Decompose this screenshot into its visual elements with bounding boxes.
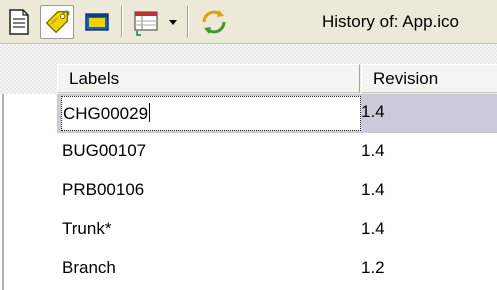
revision-cell: 1.4 bbox=[361, 141, 385, 160]
labels-button[interactable] bbox=[40, 5, 74, 39]
toolbar-separator bbox=[187, 6, 189, 38]
toolbar: History of: App.ico bbox=[0, 0, 497, 44]
refresh-icon bbox=[202, 10, 226, 34]
columns-button[interactable] bbox=[129, 5, 163, 39]
column-header-labels[interactable]: Labels bbox=[57, 64, 360, 93]
label-edit-text: CHG00029 bbox=[63, 104, 149, 123]
label-cell: BUG00107 bbox=[62, 141, 147, 160]
columns-dropdown[interactable] bbox=[164, 5, 182, 39]
label-cell: Trunk* bbox=[62, 219, 112, 238]
label-tag-icon bbox=[45, 10, 70, 34]
dropdown-arrow-icon bbox=[169, 20, 177, 25]
label-cell: Branch bbox=[62, 258, 116, 277]
revision-cell: 1.4 bbox=[361, 219, 385, 238]
label-edit-field[interactable]: CHG00029 bbox=[61, 96, 361, 131]
revision-cell: 1.4 bbox=[361, 180, 385, 199]
tree-line bbox=[2, 94, 4, 290]
revision-cell: 1.4 bbox=[361, 102, 385, 121]
table-row[interactable]: BUG00107 1.4 bbox=[57, 133, 497, 172]
revision-cell: 1.2 bbox=[361, 258, 385, 277]
table-row[interactable]: CHG00029 1.4 bbox=[57, 94, 497, 133]
table-row[interactable]: Branch 1.2 bbox=[57, 250, 497, 289]
window-button[interactable] bbox=[80, 5, 114, 39]
document-icon bbox=[9, 9, 29, 35]
list-header: Labels Revision bbox=[0, 44, 497, 94]
label-cell: PRB00106 bbox=[62, 180, 145, 199]
refresh-button[interactable] bbox=[197, 5, 231, 39]
list-columns-icon bbox=[134, 11, 158, 36]
document-button[interactable] bbox=[2, 5, 36, 39]
table-row[interactable]: PRB00106 1.4 bbox=[57, 172, 497, 211]
text-caret bbox=[149, 103, 151, 122]
table-row[interactable]: Trunk* 1.4 bbox=[57, 211, 497, 250]
window-icon bbox=[85, 13, 109, 31]
column-header-revision[interactable]: Revision bbox=[361, 64, 497, 93]
toolbar-separator bbox=[121, 6, 123, 38]
history-title: History of: App.ico bbox=[322, 12, 460, 31]
